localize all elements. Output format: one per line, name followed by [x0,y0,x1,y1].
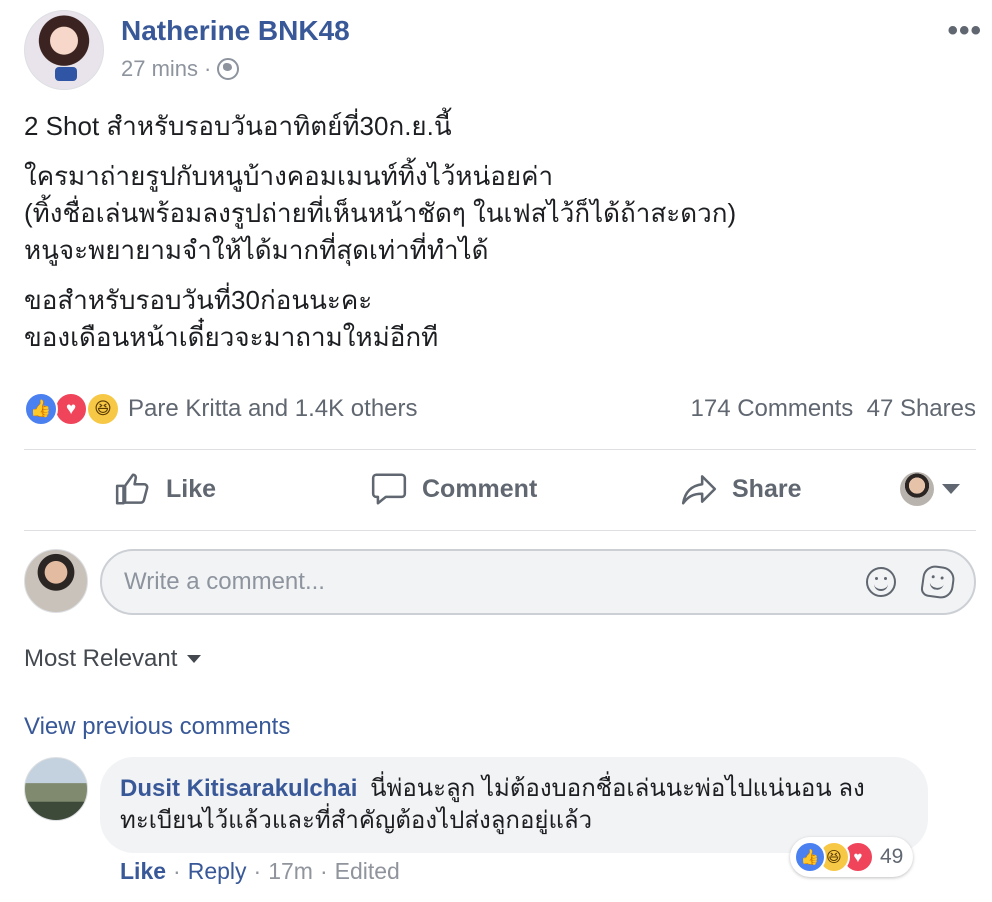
comment-input[interactable] [100,549,976,615]
comment-reaction-summary[interactable]: 👍 😆 ♥ 49 [790,837,914,877]
comment-like-button[interactable]: Like [120,858,166,885]
post-line: (ทิ้งชื่อเล่นพร้อมลงรูปถ่ายที่เห็นหน้าชั… [24,198,737,228]
comment-label: Comment [422,474,538,503]
post-line: หนูจะพยายามจำให้ได้มากที่สุดเท่าที่ทำได้ [24,235,489,265]
comment-bubble-icon [371,473,407,505]
post-body: 2 Shot สำหรับรอบวันอาทิตย์ที่30ก.ย.นี้ ใ… [24,108,968,369]
separator-dot: · [253,858,262,884]
share-label: Share [732,474,802,503]
chevron-down-icon [942,484,960,494]
viewer-avatar [900,472,934,506]
share-arrow-icon [681,475,717,505]
share-button[interactable]: Share [680,470,801,508]
post-actions: Like Comment Share [24,452,976,530]
divider [24,449,976,450]
comment-actions: Like · Reply · 17m · Edited [120,858,400,885]
separator-dot: · [173,858,181,884]
comment-button[interactable]: Comment [370,470,537,508]
like-label: Like [166,474,217,503]
post-line: ใครมาถ่ายรูปกับหนูบ้างคอมเมนท์ทิ้งไว้หน่… [24,161,554,191]
reaction-names-link[interactable]: Pare Kritta and 1.4K others [128,395,418,423]
like-reaction-icon[interactable]: 👍 [24,392,58,426]
sort-label: Most Relevant [24,645,178,672]
author-avatar[interactable] [24,10,104,90]
post-line: 2 Shot สำหรับรอบวันอาทิตย์ที่30ก.ย.นี้ [24,111,452,141]
emoji-icon[interactable] [866,567,896,597]
love-reaction-icon[interactable]: ♥ [54,392,88,426]
composer-avatar [24,549,88,613]
post-author-name[interactable]: Natherine BNK48 [121,15,350,47]
comment-timestamp[interactable]: 17m [268,858,313,885]
meta-separator: · [204,56,212,81]
post-line: ของเดือนหน้าเดี๋ยวจะมาถามใหม่อีกที [24,322,439,352]
commenter-name[interactable]: Dusit Kitisarakulchai [120,775,357,802]
commenter-avatar[interactable] [24,757,88,821]
caret-down-icon [187,655,202,663]
post-paragraph: ขอสำหรับรอบวันที่30ก่อนนะคะ ของเดือนหน้า… [24,282,968,356]
reactions-summary: 👍 ♥ 😆 Pare Kritta and 1.4K others 174 Co… [24,390,976,430]
post-paragraph: 2 Shot สำหรับรอบวันอาทิตย์ที่30ก.ย.นี้ [24,108,968,145]
like-button[interactable]: Like [114,470,216,508]
comment-sort-dropdown[interactable]: Most Relevant [24,645,202,673]
thumbs-up-icon [115,473,149,505]
comment-share-counts[interactable]: 174 Comments 47 Shares [691,395,976,423]
post-meta: 27 mins · [121,56,240,82]
globe-icon[interactable] [217,58,240,80]
divider [24,530,976,531]
post-timestamp[interactable]: 27 mins [121,56,198,82]
comment-reply-button[interactable]: Reply [188,858,247,885]
like-reaction-icon: 👍 [794,841,826,873]
reaction-as-selector[interactable] [900,472,960,506]
view-previous-comments-link[interactable]: View previous comments [24,713,290,741]
comment-edited-label[interactable]: Edited [335,858,400,885]
post-line: ขอสำหรับรอบวันที่30ก่อนนะคะ [24,285,373,315]
separator-dot: · [319,858,328,884]
post-paragraph: ใครมาถ่ายรูปกับหนูบ้างคอมเมนท์ทิ้งไว้หน่… [24,158,968,269]
more-options-icon[interactable]: ••• [947,14,982,48]
haha-reaction-icon[interactable]: 😆 [86,392,120,426]
post-header: Natherine BNK48 27 mins · ••• [24,10,981,90]
comment-reaction-count: 49 [880,845,904,868]
